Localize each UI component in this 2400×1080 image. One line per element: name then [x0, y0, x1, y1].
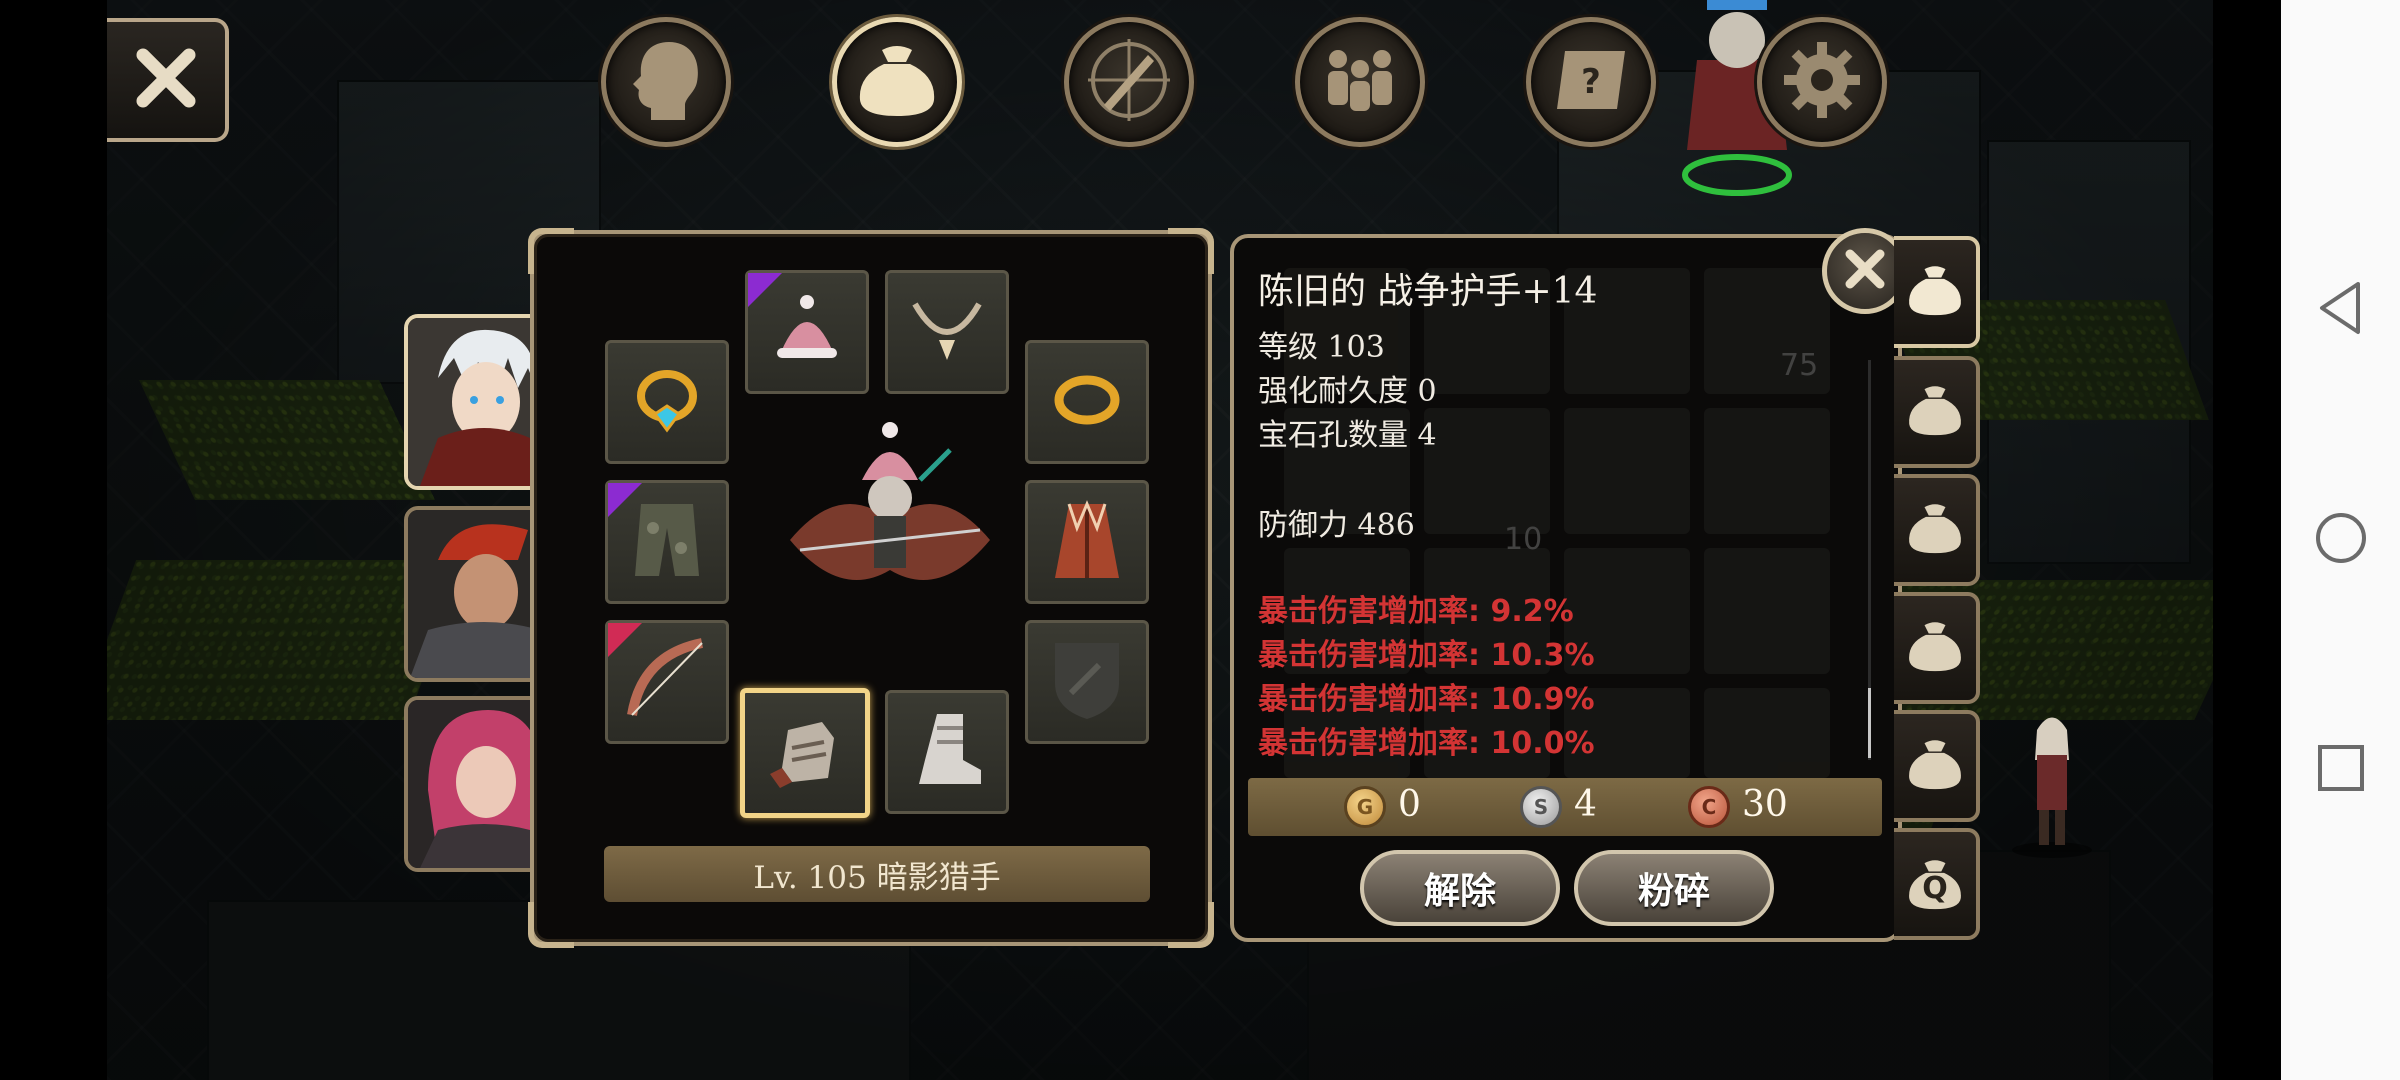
equip-slot-armor[interactable]: [1025, 480, 1149, 604]
item-defense: 防御力 486: [1258, 508, 1415, 543]
shield-placeholder-icon: [1047, 637, 1127, 727]
bag-icon: [1905, 735, 1965, 797]
item-level: 等级 103: [1258, 330, 1385, 365]
gauntlet-icon: [762, 708, 848, 798]
head-icon: [629, 38, 703, 126]
bag-icon: [1905, 617, 1965, 679]
detail-scrollbar-thumb[interactable]: [1868, 688, 1871, 758]
bag-tab-5[interactable]: [1894, 710, 1980, 822]
item-bonus-stat: 暴击伤害增加率: 10.3%: [1258, 638, 1595, 673]
equip-slot-shield[interactable]: [1025, 620, 1149, 744]
equip-slot-weapon[interactable]: [605, 620, 729, 744]
character-model: [780, 410, 1000, 620]
item-bonus-stat: 暴击伤害增加率: 10.0%: [1258, 726, 1595, 761]
item-detail-panel: 75 10 陈旧的 战争护手+14 等级 103 强化耐久度 0 宝石孔数量 4…: [1230, 234, 1902, 942]
bag-icon: [1905, 499, 1965, 561]
silver-coin-icon: S: [1520, 786, 1562, 828]
nav-back-button[interactable]: [2281, 270, 2400, 350]
bow-icon: [622, 635, 712, 729]
item-sockets: 宝石孔数量 4: [1258, 418, 1437, 453]
equip-slot-ring-left[interactable]: [605, 340, 729, 464]
copper-amount: 30: [1742, 784, 1788, 825]
sword-compass-icon: [1084, 35, 1174, 129]
shatter-button[interactable]: 粉碎: [1574, 850, 1774, 926]
bag-tab-search[interactable]: Q: [1894, 828, 1980, 940]
nav-recents-button[interactable]: [2281, 730, 2400, 810]
item-name: 陈旧的 战争护手+14: [1258, 271, 1598, 312]
copper-coin-icon: C: [1688, 786, 1730, 828]
camo-pants-icon: [627, 498, 707, 586]
tab-character[interactable]: [601, 17, 731, 147]
gold-ring-icon: [1047, 360, 1127, 444]
pink-hat-icon: [767, 290, 847, 374]
tab-skills[interactable]: [1064, 17, 1194, 147]
unequip-button[interactable]: 解除: [1360, 850, 1560, 926]
equip-slot-boots[interactable]: [885, 690, 1009, 814]
bag-icon: [854, 42, 940, 122]
system-navigation-bar: [2281, 0, 2400, 1080]
bag-tab-2[interactable]: [1894, 356, 1980, 468]
equip-slot-necklace[interactable]: [885, 270, 1009, 394]
bag-tab-1[interactable]: [1894, 236, 1980, 348]
tab-inventory[interactable]: [832, 17, 962, 147]
bag-search-icon: Q: [1905, 855, 1965, 913]
gold-coin-icon: G: [1344, 786, 1386, 828]
tab-settings[interactable]: [1757, 17, 1887, 147]
home-circle-icon: [2314, 511, 2368, 569]
tab-party[interactable]: [1295, 17, 1425, 147]
bag-stack-count: 10: [1504, 522, 1543, 557]
bag-tab-4[interactable]: [1894, 592, 1980, 704]
item-bonus-stat: 暴击伤害增加率: 10.9%: [1258, 682, 1595, 717]
currency-bar: G 0 S 4 C 30: [1248, 778, 1882, 836]
necklace-icon: [905, 290, 989, 374]
close-icon: [1842, 246, 1888, 296]
party-icon: [1318, 45, 1402, 119]
equip-slot-pants[interactable]: [605, 480, 729, 604]
gear-icon: [1780, 38, 1864, 126]
back-triangle-icon: [2316, 280, 2366, 340]
nav-home-button[interactable]: [2281, 500, 2400, 580]
svg-text:?: ?: [1581, 62, 1601, 102]
close-inventory-button[interactable]: [107, 18, 229, 142]
item-bonus-stat: 暴击伤害增加率: 9.2%: [1258, 594, 1574, 629]
item-durability: 强化耐久度 0: [1258, 374, 1437, 409]
recents-square-icon: [2316, 743, 2366, 797]
character-level-label: Lv. 105 暗影猎手: [604, 846, 1150, 902]
silver-amount: 4: [1574, 784, 1597, 825]
close-icon: [131, 43, 201, 117]
scroll-icon: ?: [1549, 43, 1633, 121]
boot-icon: [907, 708, 987, 796]
equip-slot-gloves[interactable]: [740, 688, 870, 818]
red-coat-icon: [1047, 498, 1127, 586]
bag-icon: [1905, 261, 1965, 323]
blue-gem-ring-icon: [627, 360, 707, 444]
tab-quests[interactable]: ?: [1526, 17, 1656, 147]
gold-amount: 0: [1398, 784, 1421, 825]
npc-sprite[interactable]: [2007, 700, 2097, 860]
equip-slot-ring-right[interactable]: [1025, 340, 1149, 464]
bag-stack-count: 75: [1780, 348, 1819, 383]
bag-tab-3[interactable]: [1894, 474, 1980, 586]
equip-slot-helmet[interactable]: [745, 270, 869, 394]
bag-icon: [1905, 381, 1965, 443]
